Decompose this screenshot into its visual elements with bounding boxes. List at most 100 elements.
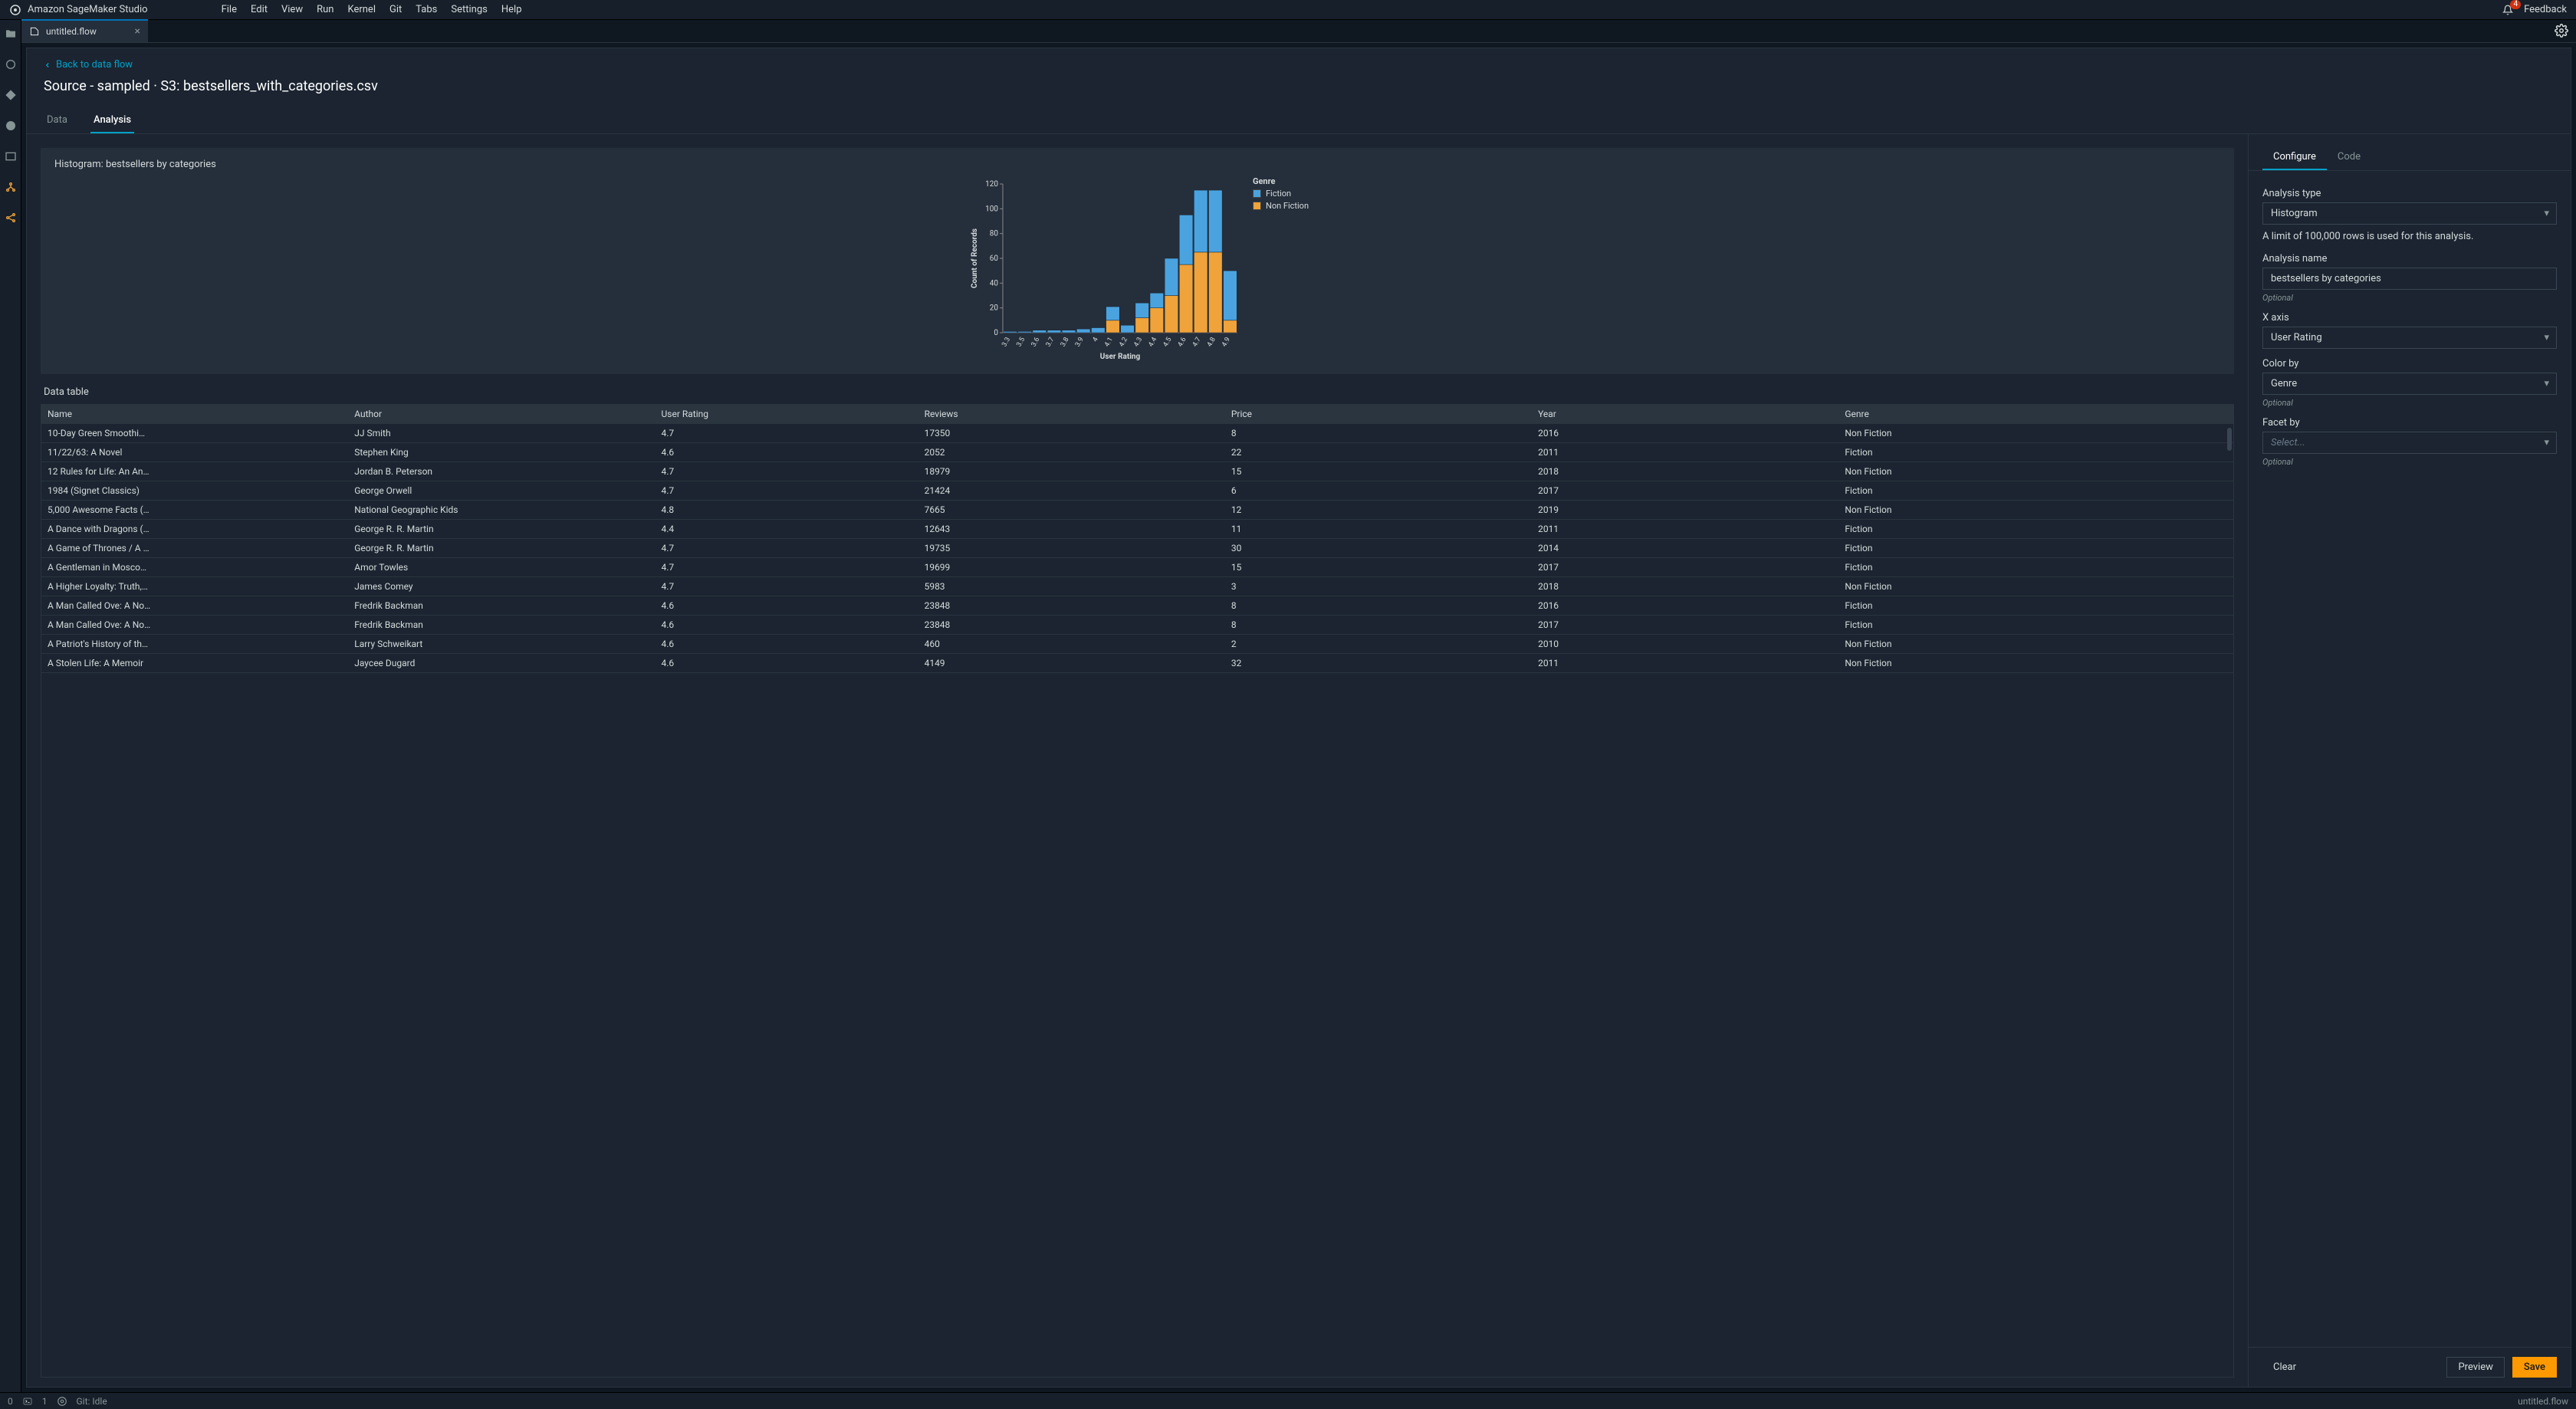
- svg-text:3.8: 3.8: [1060, 337, 1071, 349]
- preview-button[interactable]: Preview: [2446, 1357, 2504, 1378]
- svg-text:Count of Records: Count of Records: [971, 228, 979, 288]
- table-row[interactable]: A Man Called Ove: A No…Fredrik Backman4.…: [41, 616, 2233, 635]
- menu-view[interactable]: View: [281, 4, 303, 15]
- share-icon[interactable]: [5, 212, 17, 224]
- cell: Non Fiction: [1838, 654, 2233, 673]
- tab-analysis[interactable]: Analysis: [90, 108, 134, 133]
- table-row[interactable]: 5,000 Awesome Facts (…National Geographi…: [41, 501, 2233, 520]
- cell: 8: [1225, 616, 1532, 635]
- colorby-select[interactable]: Genre: [2262, 373, 2557, 395]
- window-icon[interactable]: [5, 150, 17, 163]
- table-row[interactable]: A Gentleman in Mosco…Amor Towles4.719699…: [41, 558, 2233, 577]
- settings-button[interactable]: [2555, 24, 2568, 38]
- subtabs: Data Analysis: [27, 108, 2571, 134]
- col-header[interactable]: User Rating: [656, 405, 918, 424]
- workspace: Back to data flow Source - sampled · S3:…: [26, 48, 2571, 1388]
- table-row[interactable]: 12 Rules for Life: An An…Jordan B. Peter…: [41, 462, 2233, 481]
- cell: Fiction: [1838, 520, 2233, 539]
- row-limit-note: A limit of 100,000 rows is used for this…: [2262, 231, 2557, 242]
- clear-button[interactable]: Clear: [2262, 1358, 2307, 1377]
- svg-text:20: 20: [990, 304, 999, 313]
- svg-text:4.3: 4.3: [1132, 337, 1144, 349]
- git-status: Git: Idle: [77, 1396, 107, 1407]
- cell: 4.7: [656, 558, 918, 577]
- data-table[interactable]: NameAuthorUser RatingReviewsPriceYearGen…: [41, 404, 2234, 1378]
- tab-code[interactable]: Code: [2327, 145, 2371, 170]
- settings-cog-icon[interactable]: [57, 1396, 67, 1407]
- feedback-link[interactable]: Feedback: [2524, 4, 2567, 15]
- cell: James Comey: [348, 577, 655, 596]
- cell: 30: [1225, 539, 1532, 558]
- scrollbar-thumb[interactable]: [2227, 428, 2232, 451]
- menu-file[interactable]: File: [222, 4, 237, 15]
- table-row[interactable]: 1984 (Signet Classics)George Orwell4.721…: [41, 481, 2233, 501]
- cell: 4.8: [656, 501, 918, 520]
- notifications-button[interactable]: 4: [2502, 5, 2513, 15]
- svg-text:User Rating: User Rating: [1100, 353, 1141, 360]
- palette-icon[interactable]: [5, 120, 17, 132]
- back-link-label: Back to data flow: [56, 59, 133, 71]
- menu-help[interactable]: Help: [501, 4, 522, 15]
- table-row[interactable]: A Game of Thrones / A …George R. R. Mart…: [41, 539, 2233, 558]
- cell: 2017: [1532, 558, 1838, 577]
- cell: 7665: [918, 501, 1225, 520]
- cell: A Higher Loyalty: Truth,…: [41, 577, 348, 596]
- col-header[interactable]: Reviews: [918, 405, 1225, 424]
- menu-tabs[interactable]: Tabs: [416, 4, 437, 15]
- cell: 1984 (Signet Classics): [41, 481, 348, 501]
- svg-text:3.9: 3.9: [1074, 337, 1086, 349]
- col-header[interactable]: Price: [1225, 405, 1532, 424]
- col-header[interactable]: Name: [41, 405, 348, 424]
- cell: 2: [1225, 635, 1532, 654]
- config-panel: Configure Code Analysis type Histogram A…: [2249, 134, 2571, 1387]
- table-row[interactable]: 10-Day Green Smoothi…JJ Smith4.717350820…: [41, 424, 2233, 443]
- cell: Fredrik Backman: [348, 596, 655, 616]
- tab-configure[interactable]: Configure: [2262, 145, 2327, 170]
- cell: 19699: [918, 558, 1225, 577]
- tab-data[interactable]: Data: [44, 108, 71, 133]
- cell: 4.6: [656, 596, 918, 616]
- table-row[interactable]: A Patriot's History of th…Larry Schweika…: [41, 635, 2233, 654]
- table-row[interactable]: A Dance with Dragons (…George R. R. Mart…: [41, 520, 2233, 539]
- table-row[interactable]: A Higher Loyalty: Truth,…James Comey4.75…: [41, 577, 2233, 596]
- cell: Non Fiction: [1838, 577, 2233, 596]
- cell: Jaycee Dugard: [348, 654, 655, 673]
- circle-icon[interactable]: [5, 58, 17, 71]
- table-row[interactable]: 11/22/63: A NovelStephen King4.620522220…: [41, 443, 2233, 462]
- cell: Fiction: [1838, 539, 2233, 558]
- col-header[interactable]: Year: [1532, 405, 1838, 424]
- xaxis-select[interactable]: User Rating: [2262, 327, 2557, 349]
- file-tab-strip: untitled.flow ×: [21, 20, 2576, 43]
- menu-edit[interactable]: Edit: [251, 4, 268, 15]
- save-button[interactable]: Save: [2512, 1357, 2557, 1378]
- cell: 8: [1225, 596, 1532, 616]
- menu-run[interactable]: Run: [317, 4, 334, 15]
- cell: Non Fiction: [1838, 501, 2233, 520]
- cell: 4.7: [656, 577, 918, 596]
- analysis-type-select[interactable]: Histogram: [2262, 202, 2557, 225]
- cell: 4.4: [656, 520, 918, 539]
- menu-git[interactable]: Git: [389, 4, 402, 15]
- diamond-icon[interactable]: [5, 89, 17, 101]
- cell: 15: [1225, 462, 1532, 481]
- menu-kernel[interactable]: Kernel: [347, 4, 376, 15]
- analysis-name-input[interactable]: [2262, 268, 2557, 290]
- table-row[interactable]: A Stolen Life: A MemoirJaycee Dugard4.64…: [41, 654, 2233, 673]
- flow-file-icon: [29, 26, 40, 37]
- cell: 2014: [1532, 539, 1838, 558]
- network-icon[interactable]: [5, 181, 17, 193]
- back-link[interactable]: Back to data flow: [27, 48, 2571, 71]
- svg-text:3.6: 3.6: [1030, 337, 1041, 349]
- cell: A Man Called Ove: A No…: [41, 596, 348, 616]
- cell: George R. R. Martin: [348, 539, 655, 558]
- cell: National Geographic Kids: [348, 501, 655, 520]
- close-tab-button[interactable]: ×: [135, 25, 140, 38]
- facetby-select[interactable]: Select...: [2262, 432, 2557, 454]
- col-header[interactable]: Genre: [1838, 405, 2233, 424]
- col-header[interactable]: Author: [348, 405, 655, 424]
- terminal-icon[interactable]: [22, 1397, 33, 1406]
- file-tab[interactable]: untitled.flow ×: [21, 19, 148, 42]
- folder-icon[interactable]: [5, 28, 17, 40]
- menu-settings[interactable]: Settings: [451, 4, 487, 15]
- table-row[interactable]: A Man Called Ove: A No…Fredrik Backman4.…: [41, 596, 2233, 616]
